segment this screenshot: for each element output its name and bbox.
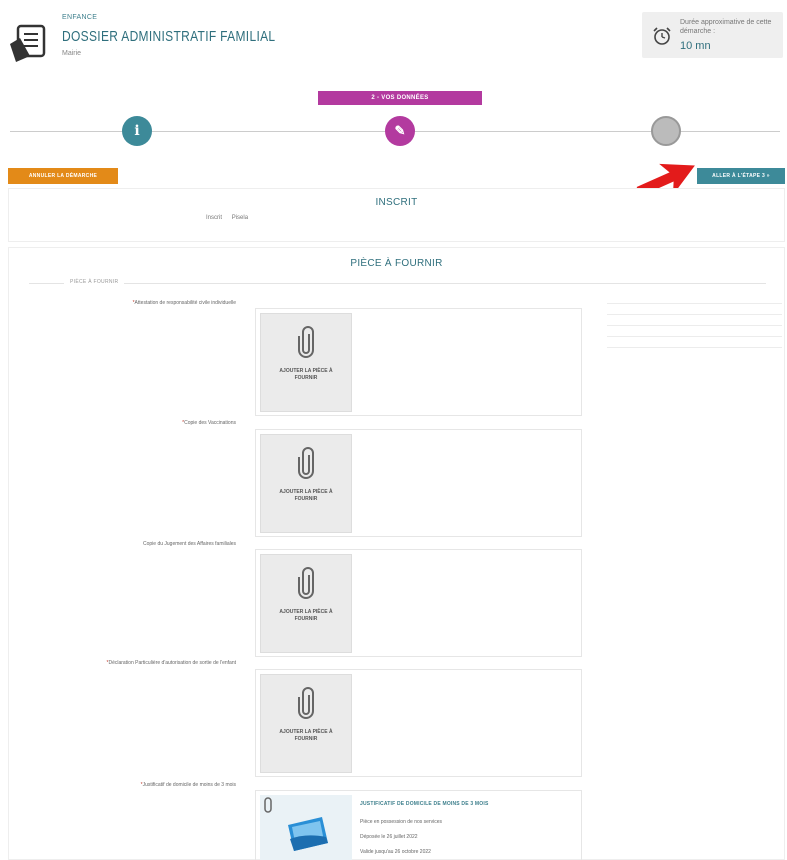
info-icon[interactable]: i	[122, 116, 152, 146]
document-validity: Valide jusqu'au 26 octobre 2022	[360, 849, 431, 855]
add-piece-button[interactable]: AJOUTER LA PIÈCE À FOURNIR	[260, 554, 352, 653]
inscrit-row: Inscrit Pisela	[206, 215, 248, 221]
upload-box: AJOUTER LA PIÈCE À FOURNIR	[255, 669, 582, 777]
add-piece-button[interactable]: AJOUTER LA PIÈCE À FOURNIR	[260, 313, 352, 412]
current-step-banner: 2 - VOS DONNÉES	[318, 91, 482, 105]
pieces-title: PIÈCE À FOURNIR	[350, 258, 443, 269]
next-step-button[interactable]: ALLER À L'ÉTAPE 3 »	[697, 168, 785, 184]
document-icon	[10, 24, 46, 62]
add-piece-button[interactable]: AJOUTER LA PIÈCE À FOURNIR	[260, 674, 352, 773]
paperclip-icon	[264, 797, 272, 813]
pieces-panel: PIÈCE À FOURNIR PIÈCE À FOURNIR *Attesta…	[8, 247, 785, 860]
piece-label: *Justificatif de domicile de moins de 3 …	[140, 782, 236, 788]
upload-box: AJOUTER LA PIÈCE À FOURNIR	[255, 308, 582, 416]
pencil-icon[interactable]: ✎	[385, 116, 415, 146]
paperclip-icon	[298, 326, 314, 358]
paperclip-icon	[298, 567, 314, 599]
empty-circle-icon[interactable]	[651, 116, 681, 146]
add-piece-label: AJOUTER LA PIÈCE À FOURNIR	[279, 489, 333, 502]
side-panel	[607, 303, 782, 358]
fieldset-divider	[29, 283, 766, 284]
fieldset-legend: PIÈCE À FOURNIR	[64, 279, 125, 285]
piece-label: *Copie des Vaccinations	[182, 420, 236, 426]
inscrit-label: Inscrit	[206, 215, 223, 221]
page-header: ENFANCE DOSSIER ADMINISTRATIF FAMILIAL M…	[0, 0, 787, 80]
inscrit-panel: INSCRIT Inscrit Pisela	[8, 188, 785, 242]
add-piece-label: AJOUTER LA PIÈCE À FOURNIR	[279, 368, 333, 381]
page-title: DOSSIER ADMINISTRATIF FAMILIAL	[62, 28, 276, 45]
duration-label: Durée approximative de cette démarche :	[680, 19, 772, 35]
paperclip-icon	[298, 447, 314, 479]
document-title: JUSTIFICATIF DE DOMICILE DE MOINS DE 3 M…	[360, 801, 489, 807]
alarm-clock-icon	[653, 27, 671, 45]
add-piece-button[interactable]: AJOUTER LA PIÈCE À FOURNIR	[260, 434, 352, 533]
piece-label: Copie du Jugement des Affaires familiale…	[142, 541, 236, 547]
piece-label: *Attestation de responsabilité civile in…	[132, 300, 236, 306]
document-status: Pièce en possession de nos services	[360, 819, 442, 825]
cancel-button[interactable]: ANNULER LA DÉMARCHE	[8, 168, 118, 184]
add-piece-label: AJOUTER LA PIÈCE À FOURNIR	[279, 729, 333, 742]
page-subtitle: Mairie	[62, 50, 82, 57]
category-label: ENFANCE	[62, 14, 98, 21]
inscrit-title: INSCRIT	[375, 197, 418, 208]
upload-box: AJOUTER LA PIÈCE À FOURNIR	[255, 549, 582, 657]
document-preview[interactable]: JUSTIFICATIF DE DOMICILE DE MOINS DE 3 M…	[255, 790, 582, 860]
inscrit-value: Pisela	[231, 215, 249, 221]
upload-box: AJOUTER LA PIÈCE À FOURNIR	[255, 429, 582, 537]
duration-box: Durée approximative de cette démarche : …	[642, 12, 783, 58]
piece-label: *Déclaration Particulière d'autorisation…	[106, 660, 237, 666]
add-piece-label: AJOUTER LA PIÈCE À FOURNIR	[279, 609, 333, 622]
document-image-icon	[288, 817, 328, 851]
document-thumbnail[interactable]	[260, 795, 352, 860]
paperclip-icon	[298, 687, 314, 719]
duration-value: 10 mn	[680, 40, 711, 52]
document-deposit-date: Déposée le 26 juillet 2022	[360, 834, 418, 840]
